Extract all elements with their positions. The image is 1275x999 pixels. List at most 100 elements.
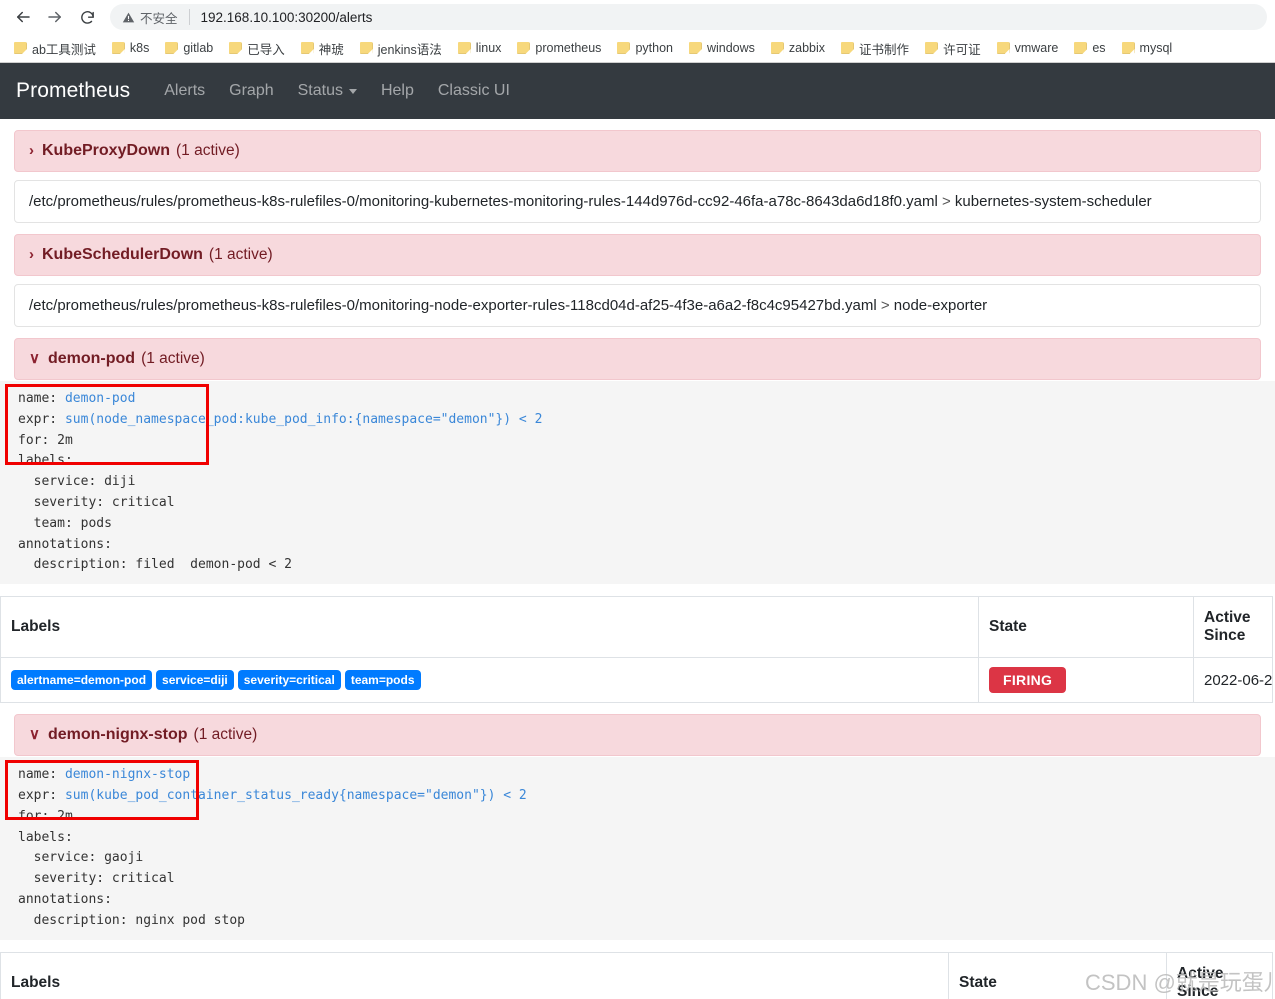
- rulefile-path-1: /etc/prometheus/rules/prometheus-k8s-rul…: [14, 180, 1261, 223]
- rulefile-separator: >: [880, 297, 890, 314]
- label-badge[interactable]: alertname=demon-pod: [11, 670, 153, 691]
- label-badge[interactable]: severity=critical: [237, 670, 341, 691]
- yaml-line-annotations: annotations:: [0, 535, 1275, 556]
- nav-link-graph[interactable]: Graph: [217, 78, 285, 104]
- bookmark-item[interactable]: 许可证: [917, 37, 989, 60]
- cell-labels: alertname=demon-pod service=diji severity=…: [0, 657, 979, 704]
- bookmark-item[interactable]: gitlab: [157, 39, 221, 57]
- yaml-line-label-service: service: gaoji: [18, 850, 144, 866]
- alert-instances-table-1: Labels State Active Since alertname=demo…: [0, 596, 1273, 704]
- bookmark-item[interactable]: ab工具测试: [6, 37, 104, 60]
- alert-group-header-demon-nignx-stop[interactable]: ∨ demon-nignx-stop (1 active): [14, 714, 1261, 757]
- bookmark-label: prometheus: [535, 41, 602, 55]
- alert-yaml-demon-nignx-stop: name: demon-nignx-stop expr: sum(kube_po…: [0, 757, 1275, 940]
- reload-button[interactable]: [72, 2, 102, 32]
- yaml-line-label-service: service: diji: [18, 474, 136, 490]
- yaml-line-labels: labels:: [0, 828, 1275, 849]
- browser-chrome: 不安全 192.168.10.100:30200/alerts ab工具测试 k…: [0, 0, 1275, 63]
- folder-icon: [1121, 42, 1135, 54]
- yaml-line-annotation-description: description: filed demon-pod < 2: [18, 557, 292, 573]
- folder-icon: [1074, 42, 1088, 54]
- alert-yaml-demon-pod: name: demon-pod expr: sum(node_namespace…: [0, 381, 1275, 585]
- yaml-value: sum(kube_pod_container_status_ready{name…: [64, 787, 527, 803]
- yaml-line-annotation-description: description: nginx pod stop: [18, 912, 245, 928]
- alert-instances-table-2: Labels State Active Since alertname=demo…: [0, 951, 1273, 999]
- yaml-line-for: for: 2m: [0, 431, 1275, 452]
- alert-group-name: demon-nignx-stop: [47, 726, 188, 744]
- yaml-line-expr: expr: sum(node_namespace_pod:kube_pod_in…: [0, 410, 1275, 431]
- security-indicator[interactable]: 不安全: [122, 8, 178, 27]
- warning-triangle-icon: [122, 12, 135, 22]
- folder-icon: [517, 42, 531, 54]
- nav-link-classic-ui[interactable]: Classic UI: [426, 78, 522, 104]
- brand-title[interactable]: Prometheus: [16, 79, 130, 103]
- table-header-row: Labels State Active Since: [0, 951, 1273, 999]
- folder-icon: [165, 42, 179, 54]
- alert-group-count: (1 active): [193, 726, 258, 744]
- folder-icon: [617, 42, 631, 54]
- alert-group-name: KubeProxyDown: [42, 142, 171, 159]
- column-header-state: State: [948, 951, 1167, 999]
- browser-toolbar: 不安全 192.168.10.100:30200/alerts: [0, 0, 1275, 34]
- folder-icon: [925, 42, 939, 54]
- bookmark-label: ab工具测试: [32, 42, 96, 57]
- forward-button[interactable]: [40, 2, 70, 32]
- nav-link-status[interactable]: Status: [286, 78, 369, 104]
- bookmark-label: windows: [706, 41, 755, 55]
- column-header-state: State: [978, 596, 1194, 659]
- yaml-line-expr: expr: sum(kube_pod_container_status_read…: [0, 786, 1275, 807]
- bookmark-label: linux: [475, 41, 502, 55]
- nav-link-help[interactable]: Help: [369, 78, 426, 104]
- prometheus-navbar: Prometheus Alerts Graph Status Help Clas…: [0, 63, 1275, 119]
- alert-group-header-kubeschedulerdown[interactable]: › KubeSchedulerDown (1 active): [14, 234, 1261, 276]
- bookmark-item[interactable]: zabbix: [763, 39, 833, 57]
- yaml-line-annotations: annotations:: [0, 890, 1275, 911]
- folder-icon: [111, 42, 125, 54]
- bookmark-item[interactable]: 神琥: [293, 37, 352, 60]
- bookmark-item[interactable]: prometheus: [509, 39, 609, 57]
- url-text: 192.168.10.100:30200/alerts: [200, 9, 373, 25]
- alert-group-header-kubeproxydown[interactable]: › KubeProxyDown (1 active): [14, 130, 1261, 172]
- back-button[interactable]: [8, 2, 38, 32]
- bookmark-item[interactable]: mysql: [1114, 39, 1181, 57]
- chevron-down-icon: ∨: [29, 726, 40, 744]
- bookmark-label: 证书制作: [859, 42, 910, 57]
- folder-icon: [14, 42, 27, 54]
- rulefile-path-2: /etc/prometheus/rules/prometheus-k8s-rul…: [14, 284, 1261, 327]
- bookmark-item[interactable]: 已导入: [221, 37, 293, 60]
- folder-icon: [841, 42, 855, 54]
- bookmark-item[interactable]: python: [609, 39, 681, 57]
- status-badge: FIRING: [989, 667, 1067, 694]
- yaml-line-label-severity: severity: critical: [18, 494, 175, 510]
- table-row: alertname=demon-pod service=diji severity=…: [0, 657, 1273, 704]
- nav-label: Status: [297, 82, 343, 99]
- rulefile-separator: >: [941, 193, 951, 210]
- label-badge[interactable]: service=diji: [156, 670, 234, 691]
- yaml-line-name: name: demon-nignx-stop: [0, 765, 1275, 786]
- bookmark-item[interactable]: jenkins语法: [352, 37, 450, 60]
- bookmark-item[interactable]: windows: [681, 39, 763, 57]
- bookmark-item[interactable]: 证书制作: [833, 37, 917, 60]
- yaml-key: for:: [18, 808, 50, 824]
- address-bar[interactable]: 不安全 192.168.10.100:30200/alerts: [110, 4, 1267, 30]
- folder-icon: [688, 42, 702, 54]
- bookmark-item[interactable]: es: [1066, 39, 1113, 57]
- table-header-row: Labels State Active Since: [0, 596, 1273, 659]
- nav-link-alerts[interactable]: Alerts: [152, 78, 217, 104]
- folder-icon: [770, 42, 784, 54]
- yaml-line-for: for: 2m: [0, 807, 1275, 828]
- cell-active-since: 2022-06-23: [1193, 657, 1273, 704]
- yaml-line-labels: labels:: [0, 451, 1275, 472]
- label-badge[interactable]: team=pods: [344, 670, 421, 691]
- forward-arrow-icon: [48, 11, 61, 23]
- bookmark-item[interactable]: vmware: [989, 39, 1067, 57]
- bookmark-item[interactable]: linux: [450, 39, 510, 57]
- alert-group-count: (1 active): [141, 350, 205, 367]
- bookmark-label: es: [1092, 41, 1106, 55]
- bookmark-item[interactable]: k8s: [104, 39, 157, 57]
- alert2-table-wrap: Labels State Active Since alertname=demo…: [0, 951, 1275, 999]
- alert-group-header-demon-pod[interactable]: ∨ demon-pod (1 active): [14, 338, 1261, 380]
- yaml-value: sum(node_namespace_pod:kube_pod_info:{na…: [64, 411, 543, 427]
- cell-state: FIRING: [978, 657, 1194, 704]
- rulefile-group-name: kubernetes-system-scheduler: [954, 193, 1152, 210]
